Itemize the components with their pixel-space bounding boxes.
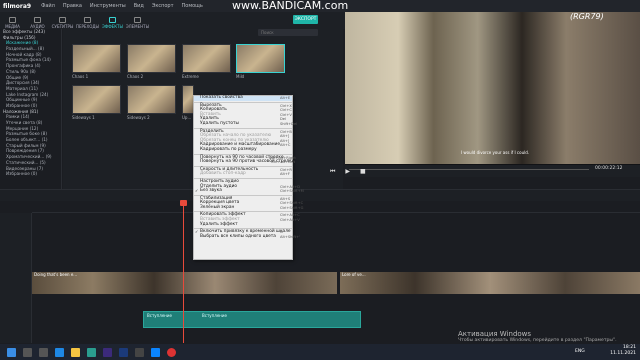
text-icon	[59, 17, 66, 23]
timeline-toolbar	[0, 189, 640, 201]
after-effects-icon[interactable]	[103, 347, 112, 357]
play-icon[interactable]: ▶	[345, 168, 350, 176]
app-logo: filmora9	[3, 2, 32, 10]
menu-tools[interactable]: Инструменты	[90, 3, 126, 9]
thumbnail	[72, 44, 121, 73]
thumbnail	[127, 85, 176, 114]
check-icon: ✓	[195, 188, 199, 194]
effect-thumb[interactable]: Mild	[236, 44, 285, 79]
effect-thumb[interactable]: Sideways 1	[72, 85, 121, 120]
tab-audio[interactable]: АУДИО	[25, 17, 50, 29]
menu-item-green-screen[interactable]: Зелёный экран Ctrl+Shift+G	[194, 205, 303, 211]
music-icon	[34, 17, 41, 23]
tab-elements[interactable]: ЭЛЕМЕНТЫ	[125, 17, 150, 29]
timeline-ruler[interactable]	[32, 201, 640, 213]
menu-item-properties[interactable]: Показать свойства Alt+E	[194, 95, 292, 101]
transition-icon	[84, 17, 91, 23]
playhead-handle[interactable]	[180, 200, 187, 206]
effect-thumb[interactable]: Chaos 2	[127, 44, 176, 79]
effect-thumb[interactable]: Extreme	[182, 44, 231, 79]
search-icon[interactable]	[23, 347, 32, 357]
sidebar-item[interactable]: Хроматический... (9)	[0, 154, 61, 160]
audio-clip[interactable]: Вступление Вступление	[143, 311, 361, 328]
video-clip[interactable]: Lore of ve...	[340, 272, 640, 294]
track-headers	[0, 213, 32, 343]
playhead[interactable]	[183, 201, 184, 343]
effects-icon	[109, 17, 116, 23]
menu-export[interactable]: Экспорт	[152, 3, 174, 9]
system-clock[interactable]: 18:21 11.11.2021	[610, 345, 636, 357]
stop-icon[interactable]: ■	[360, 168, 366, 176]
menu-item-ripple-delete[interactable]: Удалить пустоты Shift+Del	[194, 121, 297, 127]
app-icon[interactable]	[135, 347, 144, 357]
bandicam-watermark: www.BANDICAM.com	[232, 0, 349, 12]
video-subtitle: I would divorce your ass if I could.	[460, 150, 530, 155]
timecode: 00:00:22:12	[595, 166, 623, 171]
tab-effects[interactable]: ЭФФЕКТЫ	[100, 17, 125, 29]
video-clip[interactable]: Doing that's been e...	[32, 272, 337, 294]
channel-tag: (RGR79)	[570, 12, 604, 21]
effects-sidebar: Все эффекты (243) Фильтры (156) Искажени…	[0, 29, 62, 189]
menu-item-mute[interactable]: ✓ Без звука Ctrl+Shift+M	[194, 188, 304, 194]
menu-bar: Файл Правка Инструменты Вид Экспорт Помо…	[41, 3, 203, 9]
playback-controls: ⏮ ▶ ■	[330, 168, 366, 176]
photoshop-icon[interactable]	[119, 347, 128, 357]
explorer-icon[interactable]	[71, 347, 80, 357]
effect-thumb[interactable]: Sideways 2	[127, 85, 176, 120]
filmora-icon[interactable]	[87, 347, 96, 357]
language-indicator[interactable]: ENG	[575, 349, 585, 354]
folder-icon	[9, 17, 16, 23]
search-input[interactable]: Поиск	[258, 29, 318, 36]
menu-view[interactable]: Вид	[134, 3, 144, 9]
sidebar-item[interactable]: Избранное (0)	[0, 171, 61, 177]
context-menu: Показать свойства Alt+E Вырезать Ctrl+X Ко…	[193, 95, 304, 260]
prev-frame-icon[interactable]: ⏮	[330, 168, 335, 176]
preview-video[interactable]	[345, 12, 640, 164]
menu-item-select-same-color[interactable]: Выбрать все клипы одного цвета Alt+Shift+…	[194, 234, 300, 240]
taskbar	[0, 344, 640, 360]
windows-start-icon[interactable]	[7, 347, 16, 357]
progress-track[interactable]	[349, 169, 589, 170]
menu-file[interactable]: Файл	[41, 3, 55, 9]
task-view-icon[interactable]	[39, 347, 48, 357]
menu-item-delete-effect[interactable]: Удалить эффект	[194, 222, 292, 228]
playback-bar: 00:00:22:12	[345, 165, 640, 177]
elements-icon	[134, 17, 141, 23]
menu-item-crop-fit[interactable]: Кадрировать по размеру	[194, 147, 292, 153]
export-button[interactable]: ЭКСПОРТ	[293, 15, 318, 24]
thumbnail	[72, 85, 121, 114]
tab-transitions[interactable]: ПЕРЕХОДЫ	[75, 17, 100, 29]
thumbnail	[127, 44, 176, 73]
record-icon[interactable]	[167, 347, 176, 357]
effect-thumb[interactable]: Chaos 1	[72, 44, 121, 79]
tab-titles[interactable]: СУБТИТРЫ	[50, 17, 75, 29]
menu-item-rotate-ccw[interactable]: Повернуть на 90 против часовой стрелки Ct…	[194, 159, 295, 165]
menu-help[interactable]: Помощь	[182, 3, 203, 9]
thumbnail	[236, 44, 285, 73]
edge-icon[interactable]	[55, 347, 64, 357]
menu-item-freeze-frame[interactable]: Добавить стоп-кадр Alt+F	[194, 172, 292, 177]
word-icon[interactable]	[151, 347, 160, 357]
menu-edit[interactable]: Правка	[63, 3, 82, 9]
thumbnail	[182, 44, 231, 73]
tab-media[interactable]: МЕДИА	[0, 17, 25, 29]
